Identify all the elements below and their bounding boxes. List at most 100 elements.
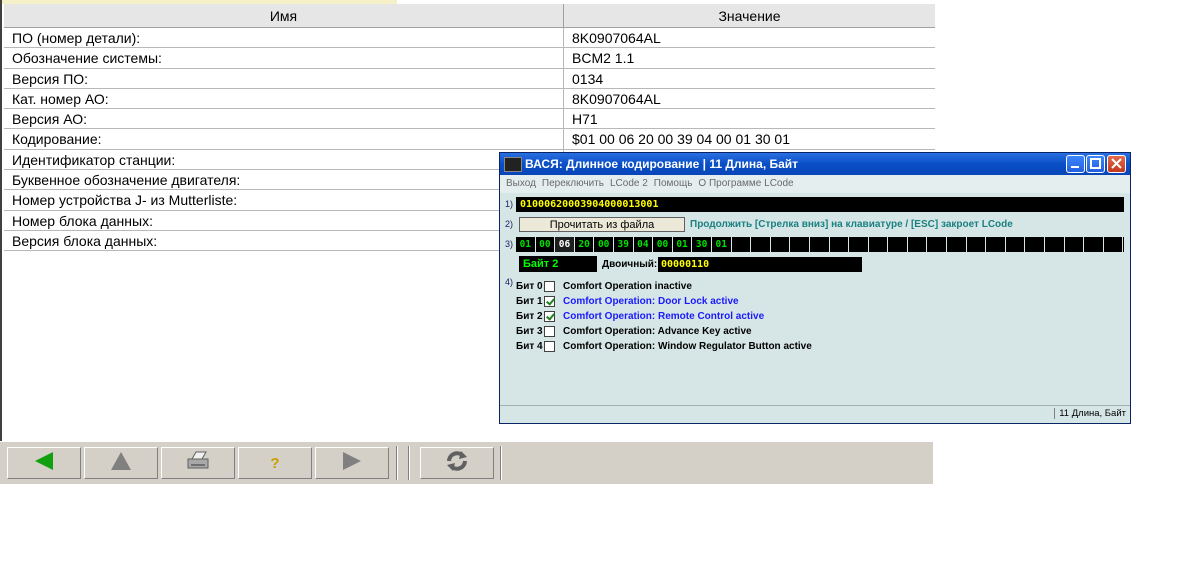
row-value-cell: BCM2 1.1	[564, 48, 935, 69]
bit-checkbox[interactable]	[544, 341, 555, 352]
table-row[interactable]: Обозначение системы: BCM2 1.1	[4, 48, 935, 69]
table-row[interactable]: Кат. номер АО: 8K0907064AL	[4, 88, 935, 110]
empty-byte-cell[interactable]	[888, 237, 908, 252]
empty-byte-cell[interactable]	[1006, 237, 1026, 252]
bit-checkbox[interactable]	[544, 311, 555, 322]
table-header: Имя Значение	[4, 4, 935, 28]
empty-byte-cell[interactable]	[751, 237, 771, 252]
bit-description: Comfort Operation: Door Lock active	[563, 295, 739, 307]
empty-byte-cell[interactable]	[1084, 237, 1104, 252]
dialog-titlebar[interactable]: ВАСЯ: Длинное кодирование | 11 Длина, Ба…	[500, 153, 1130, 175]
bit-label: Бит 2	[516, 310, 543, 322]
row-name-cell: Номер блока данных:	[4, 210, 564, 231]
row-value-cell: H71	[564, 109, 935, 130]
forward-button[interactable]	[315, 447, 389, 479]
print-button[interactable]	[161, 447, 235, 479]
empty-byte-cell[interactable]	[1045, 237, 1065, 252]
empty-byte-cell[interactable]	[947, 237, 967, 252]
menu-toggle[interactable]: Переключить	[542, 178, 604, 189]
bit-row: Бит 4 Comfort Operation: Window Regulator…	[516, 339, 812, 354]
toolbar-separator	[500, 446, 502, 480]
app-icon	[504, 157, 522, 172]
menu-lcode2[interactable]: LCode 2	[610, 178, 648, 189]
dialog-title: ВАСЯ: Длинное кодирование | 11 Длина, Ба…	[525, 157, 799, 171]
menu-exit[interactable]: Выход	[506, 178, 536, 189]
row-name-cell: ПО (номер детали):	[4, 28, 564, 49]
row-value-cell: 0134	[564, 69, 935, 89]
read-from-file-button[interactable]: Прочитать из файла	[519, 217, 685, 232]
row-value-cell: 8K0907064AL	[564, 28, 935, 49]
empty-byte-cell[interactable]	[849, 237, 869, 252]
empty-byte-cell[interactable]	[790, 237, 810, 252]
menu-help[interactable]: Помощь	[654, 178, 693, 189]
help-icon: ?	[270, 454, 280, 472]
table-row[interactable]: ПО (номер детали): 8K0907064AL	[4, 28, 935, 49]
long-coding-dialog: ВАСЯ: Длинное кодирование | 11 Длина, Ба…	[499, 152, 1131, 424]
empty-byte-cell[interactable]	[810, 237, 830, 252]
table-row[interactable]: Кодирование: $01 00 06 20 00 39 04 00 01 …	[4, 129, 935, 150]
back-button[interactable]	[7, 447, 81, 479]
bit-checkbox[interactable]	[544, 296, 555, 307]
column-header-name[interactable]: Имя	[4, 4, 564, 28]
minimize-button[interactable]	[1066, 155, 1085, 173]
selected-byte-label: Байт 2	[519, 256, 597, 272]
bit-description: Comfort Operation: Advance Key active	[563, 325, 752, 337]
byte-cell[interactable]: 01	[516, 237, 536, 252]
row-value-cell: $01 00 06 20 00 39 04 00 01 30 01	[564, 129, 935, 150]
step-1-label: 1)	[505, 199, 514, 209]
byte-cell[interactable]: 06	[555, 237, 575, 252]
byte-cell[interactable]: 30	[692, 237, 712, 252]
table-row[interactable]: Версия ПО: 0134	[4, 68, 935, 89]
coding-hex-field[interactable]: 01000620003904000013001	[516, 197, 1124, 212]
close-button[interactable]	[1107, 155, 1126, 173]
empty-byte-cell[interactable]	[1104, 237, 1124, 252]
byte-cell[interactable]: 01	[712, 237, 732, 252]
table-row[interactable]: Версия АО: H71	[4, 109, 935, 130]
byte-cell[interactable]: 00	[536, 237, 556, 252]
up-button[interactable]	[84, 447, 158, 479]
empty-byte-cell[interactable]	[1065, 237, 1085, 252]
bit-checkbox[interactable]	[544, 326, 555, 337]
byte-cell[interactable]: 00	[653, 237, 673, 252]
column-header-value[interactable]: Значение	[564, 4, 935, 28]
binary-value-field[interactable]: 00000110	[658, 257, 862, 272]
refresh-button[interactable]	[420, 447, 494, 479]
empty-byte-cell[interactable]	[986, 237, 1006, 252]
help-button[interactable]: ?	[238, 447, 312, 479]
bit-checkbox[interactable]	[544, 281, 555, 292]
bit-description: Comfort Operation inactive	[563, 280, 692, 292]
empty-byte-cell[interactable]	[732, 237, 752, 252]
row-name-cell: Буквенное обозначение двигателя:	[4, 170, 564, 191]
step-2-label: 2)	[505, 219, 514, 229]
maximize-button[interactable]	[1086, 155, 1105, 173]
status-text: 11 Длина, Байт	[1054, 408, 1126, 419]
byte-cell[interactable]: 00	[594, 237, 614, 252]
row-name-cell: Кат. номер АО:	[4, 88, 564, 110]
byte-cell[interactable]: 20	[575, 237, 595, 252]
forward-arrow-icon	[341, 451, 363, 476]
byte-cell[interactable]: 39	[614, 237, 634, 252]
empty-byte-cell[interactable]	[927, 237, 948, 252]
printer-icon	[185, 450, 211, 477]
empty-byte-cell[interactable]	[771, 237, 791, 252]
bit-label: Бит 4	[516, 340, 543, 352]
byte-cell[interactable]: 04	[634, 237, 654, 252]
empty-byte-cell[interactable]	[830, 237, 850, 252]
empty-byte-cell[interactable]	[1025, 237, 1046, 252]
empty-byte-cell[interactable]	[869, 237, 889, 252]
bit-row: Бит 0 Comfort Operation inactive	[516, 279, 692, 294]
byte-cell[interactable]: 01	[673, 237, 693, 252]
bit-label: Бит 3	[516, 325, 543, 337]
toolbar-separator	[396, 446, 398, 480]
row-name-cell: Версия АО:	[4, 109, 564, 130]
byte-grid: 01 00 06 20 00 39 04 00 01 30 01	[516, 237, 1124, 252]
row-value-cell: 8K0907064AL	[564, 89, 935, 110]
bottom-toolbar: ?	[0, 441, 933, 484]
row-name-cell: Номер устройства J- из Mutterliste:	[4, 190, 564, 211]
empty-byte-cell[interactable]	[967, 237, 987, 252]
menu-about[interactable]: О Программе LCode	[698, 178, 793, 189]
empty-byte-cell[interactable]	[908, 237, 928, 252]
up-arrow-icon	[110, 451, 132, 476]
binary-label: Двоичный:	[602, 259, 658, 270]
toolbar-separator	[408, 446, 410, 480]
